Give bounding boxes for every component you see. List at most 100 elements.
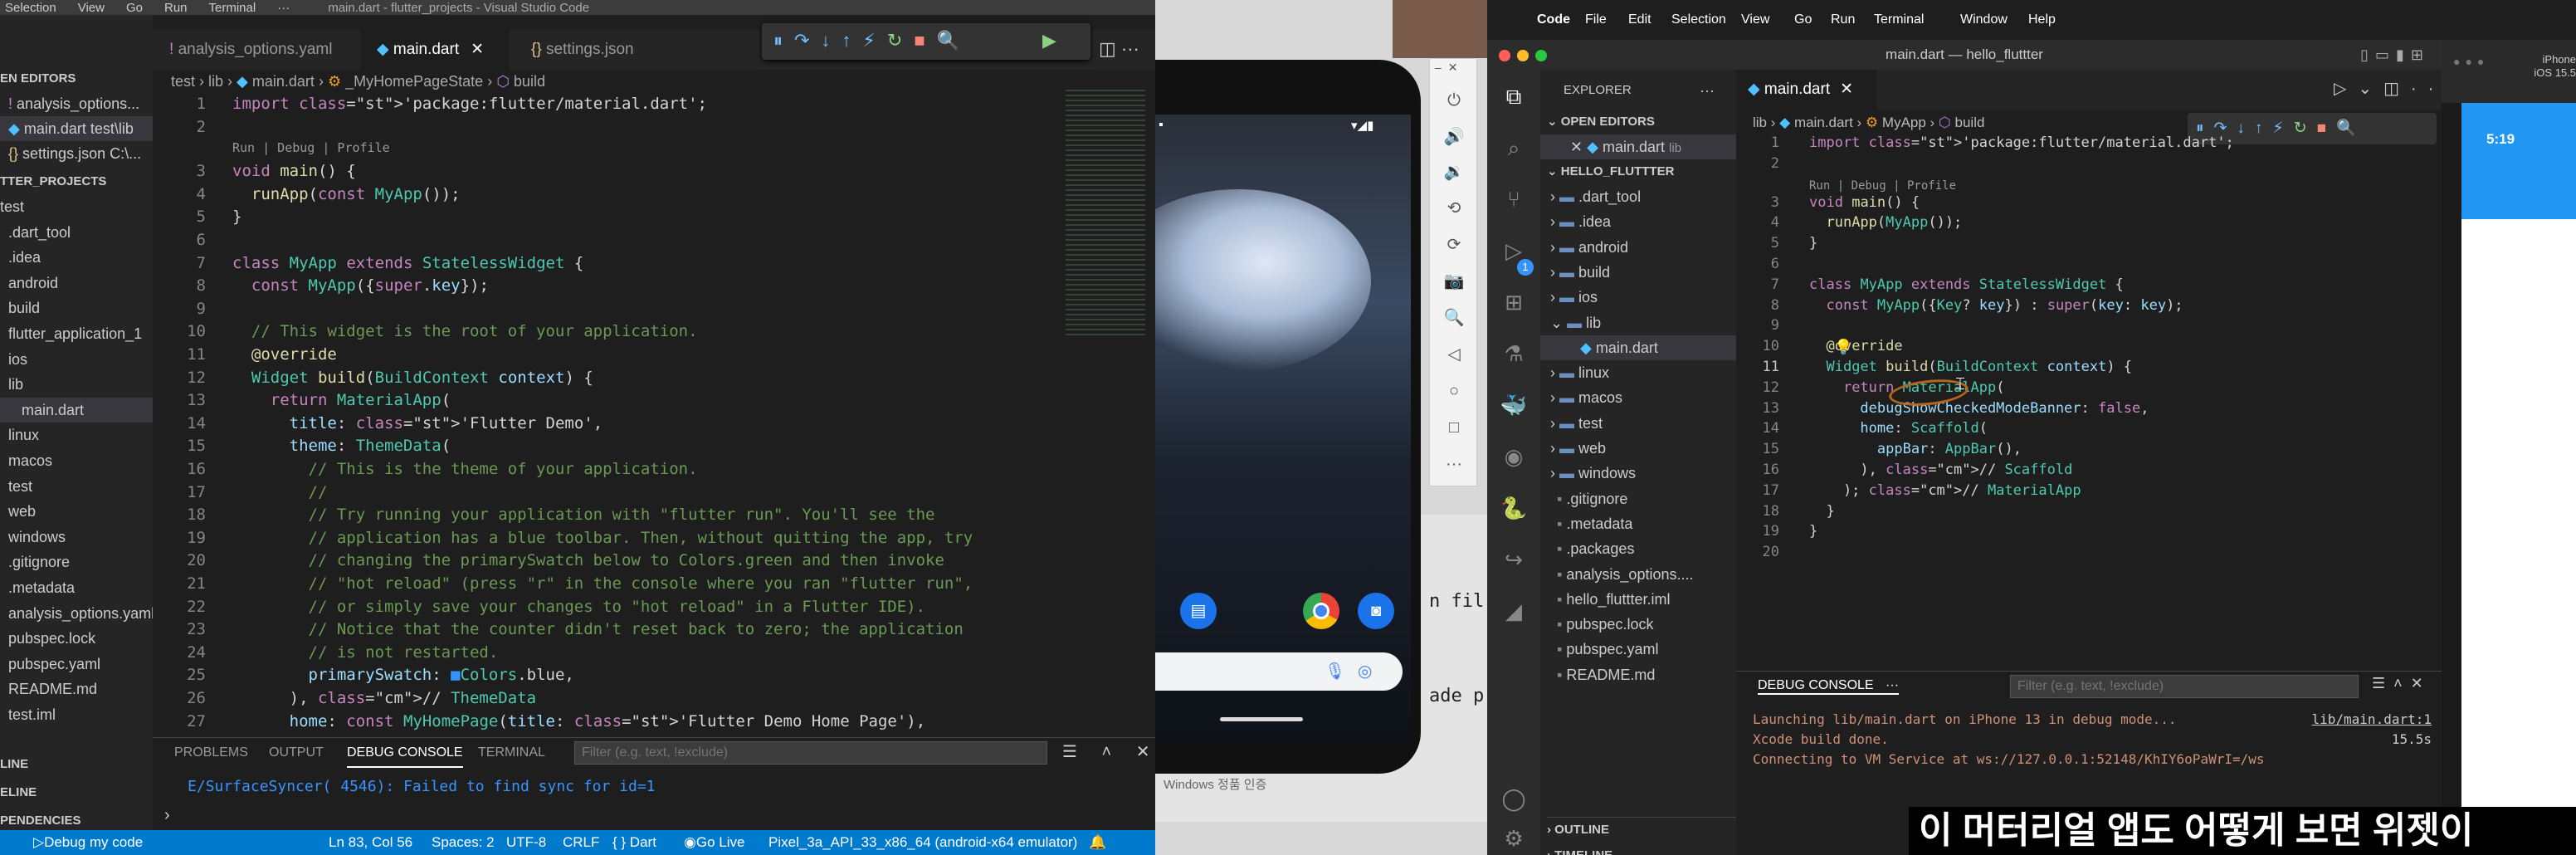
breadcrumb-item[interactable]: main.dart: [1794, 115, 1853, 130]
explorer-tree-item[interactable]: ▪ .packages: [1540, 536, 1736, 561]
sidebar-tree-item[interactable]: README.md: [0, 677, 153, 701]
code-line[interactable]: // or simply save your changes to "hot r…: [232, 598, 926, 616]
debug-controls[interactable]: ⏸↷↓↑⚡↻■🔍: [773, 30, 971, 51]
code-line[interactable]: // is not restarted.: [232, 643, 499, 662]
code-line[interactable]: class MyApp extends StatelessWidget {: [1809, 276, 2124, 293]
timeline-header[interactable]: › TIMELINE: [1547, 843, 1736, 855]
menu-edit[interactable]: Edit: [1628, 0, 1651, 40]
open-editor-item[interactable]: ◆ main.dart test\lib: [0, 116, 153, 141]
code-line[interactable]: Widget build(BuildContext context) {: [232, 369, 593, 387]
status-spaces[interactable]: Spaces: 2: [432, 830, 495, 855]
code-line[interactable]: // Notice that the counter didn't reset …: [232, 620, 964, 638]
breadcrumb-item[interactable]: build: [1955, 115, 1985, 130]
minimap[interactable]: [1066, 90, 1145, 339]
menu-file[interactable]: File: [1585, 0, 1607, 40]
outline-header[interactable]: › OUTLINE: [1547, 817, 1736, 842]
sidebar-tree-item[interactable]: lib: [0, 372, 153, 397]
explorer-tree-item[interactable]: › ▬ build: [1540, 260, 1736, 285]
sidebar-tree-item[interactable]: build: [0, 296, 153, 320]
screenshot-icon[interactable]: 📷: [1442, 270, 1466, 293]
code-line[interactable]: const MyApp({super.key});: [232, 276, 489, 295]
code-line[interactable]: debugShowCheckedModeBanner: false,: [1809, 400, 2149, 417]
explorer-tree-item[interactable]: › ▬ .dart_tool: [1540, 184, 1736, 209]
status-golive[interactable]: ◉ Go Live: [684, 830, 744, 855]
code-line[interactable]: // Try running your application with "fl…: [232, 506, 935, 524]
emulator-window-controls[interactable]: –✕: [1435, 61, 1465, 75]
menu-window[interactable]: Window: [1960, 0, 2008, 40]
breadcrumb-item[interactable]: lib: [1753, 115, 1767, 130]
menu-go[interactable]: Go: [126, 1, 143, 15]
sidebar-tree-item[interactable]: .metadata: [0, 575, 153, 600]
code-line[interactable]: appBar: AppBar(),: [1809, 441, 2022, 457]
code-line[interactable]: void main() {: [232, 162, 356, 180]
sidebar-tree-item[interactable]: analysis_options.yaml: [0, 601, 153, 626]
sidebar-tree-item[interactable]: test: [0, 194, 153, 219]
open-editor-item[interactable]: ! analysis_options...: [0, 91, 153, 116]
breadcrumb-item[interactable]: _MyHomePageState: [345, 73, 483, 90]
extensions-icon[interactable]: ⊞: [1499, 287, 1529, 317]
sidebar-tree-item[interactable]: linux: [0, 423, 153, 447]
menu-run[interactable]: Run: [164, 1, 188, 15]
explorer-tree-item[interactable]: › ▬ test: [1540, 411, 1736, 436]
code-lens[interactable]: Run | Debug | Profile: [232, 140, 390, 155]
explorer-tree-item[interactable]: › ▬ android: [1540, 235, 1736, 260]
zoom-icon[interactable]: 🔍: [1442, 306, 1466, 330]
testing-icon[interactable]: ⚗: [1499, 339, 1529, 369]
home-icon[interactable]: ○: [1442, 379, 1466, 403]
explorer-tree-item[interactable]: ▪ .gitignore: [1540, 486, 1736, 511]
explorer-tree-item[interactable]: › ▬ web: [1540, 436, 1736, 461]
android-home-screen[interactable]: ▪ ▾◢▮ ▤ ◙ 🎙 ◎: [1155, 115, 1411, 745]
sidebar-tree-item[interactable]: .dart_tool: [0, 220, 153, 245]
code-line[interactable]: const MyApp({Key? key}) : super(key: key…: [1809, 297, 2183, 314]
menu-more[interactable]: ···: [277, 1, 290, 15]
code-line[interactable]: ), class="cm">// ThemeData: [232, 689, 536, 707]
flutter-icon[interactable]: ◢: [1499, 596, 1529, 626]
explorer-more-icon[interactable]: ···: [1700, 78, 1733, 103]
code-line[interactable]: // "hot reload" (press "r" in the consol…: [232, 574, 973, 593]
menu-terminal[interactable]: Terminal: [209, 1, 256, 15]
settings-gear-icon[interactable]: ⚙: [1499, 823, 1529, 853]
explorer-tree-item[interactable]: ⌄ ▬ lib: [1540, 310, 1736, 335]
status-language[interactable]: { } Dart: [612, 830, 656, 855]
sidebar-tree-item[interactable]: flutter_application_1: [0, 321, 153, 346]
dependencies-header[interactable]: PENDENCIES: [0, 809, 153, 830]
sidebar-tree-item[interactable]: .gitignore: [0, 550, 153, 574]
explorer-tree-item[interactable]: › ▬ ios: [1540, 285, 1736, 310]
sidebar-tree-item[interactable]: pubspec.yaml: [0, 652, 153, 677]
tab-main-dart[interactable]: ◆ main.dart ✕: [360, 30, 510, 70]
zoom-window-button[interactable]: [1535, 50, 1547, 61]
explorer-tree-item[interactable]: › ▬ linux: [1540, 360, 1736, 385]
breadcrumb-item[interactable]: lib: [208, 73, 223, 90]
status-debug[interactable]: ▷ Debug my code: [33, 830, 143, 855]
code-line[interactable]: //: [232, 483, 328, 501]
power-icon[interactable]: ⏻: [1442, 89, 1466, 112]
breadcrumb-item[interactable]: main.dart: [252, 73, 315, 90]
open-editors-header[interactable]: ⌄ OPEN EDITORS: [1547, 110, 1736, 134]
code-line[interactable]: home: Scaffold(: [1809, 420, 1988, 437]
code-line[interactable]: @override: [232, 345, 337, 364]
panel-tab-debug-console[interactable]: DEBUG CONSOLE ···: [1758, 678, 1900, 695]
volume-down-icon[interactable]: 🔉: [1442, 160, 1466, 183]
github-icon[interactable]: ◉: [1499, 442, 1529, 471]
explorer-tree-item[interactable]: › ▬ .idea: [1540, 209, 1736, 234]
close-window-button[interactable]: [1499, 50, 1510, 61]
menu-view[interactable]: View: [78, 1, 105, 15]
panel-tab-output[interactable]: OUTPUT: [269, 738, 324, 768]
simulator-window-controls[interactable]: ●●●: [2453, 55, 2489, 68]
explorer-tree-item[interactable]: ▪ README.md: [1540, 662, 1736, 687]
panel-tab-terminal[interactable]: TERMINAL: [478, 738, 545, 768]
menu-go[interactable]: Go: [1794, 0, 1812, 40]
explorer-tree-item[interactable]: ▪ .metadata: [1540, 511, 1736, 536]
menu-view[interactable]: View: [1741, 0, 1769, 40]
search-icon[interactable]: ⌕: [1499, 133, 1529, 163]
account-icon[interactable]: ◯: [1499, 784, 1529, 813]
status-bell-icon[interactable]: 🔔: [1089, 830, 1106, 855]
sidebar-tree-item[interactable]: web: [0, 499, 153, 524]
project-header[interactable]: ⌄ HELLO_FLUTTTER: [1547, 159, 1736, 184]
explorer-tree-item[interactable]: ▪ pubspec.yaml: [1540, 637, 1736, 662]
left-code-editor[interactable]: 1 import class="st">'package:flutter/mate…: [153, 93, 1066, 737]
code-line[interactable]: title: class="st">'Flutter Demo',: [232, 414, 603, 432]
camera-icon[interactable]: ◙: [1358, 593, 1394, 629]
tab-main-dart[interactable]: ◆ main.dart ✕: [1736, 70, 1877, 110]
code-lens[interactable]: Run | Debug | Profile: [1809, 179, 1956, 193]
